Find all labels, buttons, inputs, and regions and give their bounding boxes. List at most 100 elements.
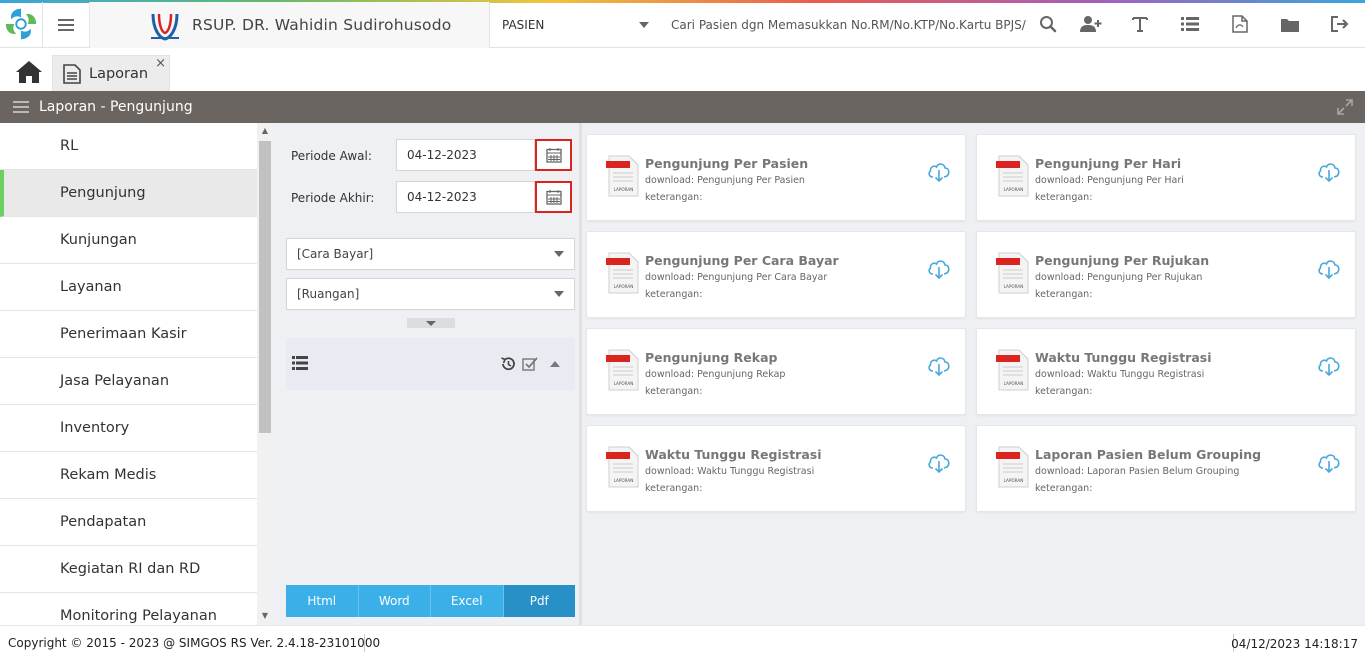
report-file-icon: LAPORAN bbox=[996, 349, 1029, 391]
logout-button[interactable] bbox=[1328, 12, 1352, 36]
cloud-download-icon[interactable] bbox=[1317, 355, 1341, 377]
ruangan-value: [Ruangan] bbox=[297, 287, 360, 301]
report-file-icon: LAPORAN bbox=[606, 349, 639, 391]
cloud-download-icon[interactable] bbox=[1317, 258, 1341, 280]
list-panel-toolbar bbox=[286, 338, 575, 390]
expand-icon[interactable] bbox=[1337, 99, 1353, 115]
collapse-toggle[interactable] bbox=[407, 318, 455, 328]
report-card[interactable]: LAPORAN Pengunjung Per Pasien download: Pe… bbox=[586, 134, 966, 221]
sidebar-item-label: Layanan bbox=[60, 279, 122, 295]
sidebar-item-label: Inventory bbox=[60, 420, 130, 436]
menu-toggle-button[interactable] bbox=[42, 2, 90, 48]
sidebar-item-pengunjung[interactable]: Pengunjung bbox=[0, 170, 257, 217]
cloud-download-icon[interactable] bbox=[927, 355, 951, 377]
list-icon[interactable] bbox=[292, 356, 308, 370]
report-file-label: LAPORAN bbox=[614, 478, 634, 483]
report-card[interactable]: LAPORAN Pengunjung Per Rujukan download: P… bbox=[976, 231, 1356, 318]
history-icon[interactable] bbox=[500, 356, 516, 372]
sidebar-item-label: Kunjungan bbox=[60, 232, 137, 248]
report-note: keterangan: bbox=[645, 192, 703, 203]
report-file-icon: LAPORAN bbox=[996, 155, 1029, 197]
periode-akhir-calendar-button[interactable] bbox=[535, 181, 572, 213]
report-card[interactable]: LAPORAN Waktu Tunggu Registrasi download: … bbox=[976, 328, 1356, 415]
caret-down-icon bbox=[554, 291, 564, 297]
text-icon bbox=[1132, 17, 1148, 32]
report-card[interactable]: LAPORAN Pengunjung Per Cara Bayar download… bbox=[586, 231, 966, 318]
periode-awal-field[interactable] bbox=[396, 139, 535, 171]
sidebar-item-penerimaan-kasir[interactable]: Penerimaan Kasir bbox=[0, 311, 257, 358]
sidebar-item-monitoring-pelayanan[interactable]: Monitoring Pelayanan bbox=[0, 593, 257, 625]
sidebar-scrollbar[interactable]: ▲ ▼ bbox=[257, 123, 273, 625]
folder-button[interactable] bbox=[1278, 12, 1302, 36]
report-title[interactable]: Pengunjung Per Rujukan bbox=[1035, 253, 1209, 268]
export-excel-button[interactable]: Excel bbox=[431, 585, 504, 617]
checkbox-icon[interactable] bbox=[522, 356, 538, 372]
pdf-button[interactable] bbox=[1228, 12, 1252, 36]
sidebar-item-label: RL bbox=[60, 138, 79, 154]
home-icon[interactable] bbox=[14, 59, 44, 85]
chevron-up-icon[interactable] bbox=[550, 361, 560, 367]
report-title[interactable]: Pengunjung Per Hari bbox=[1035, 156, 1181, 171]
copyright-text: Copyright © 2015 - 2023 @ SIMGOS RS Ver.… bbox=[8, 636, 381, 650]
report-title[interactable]: Pengunjung Per Pasien bbox=[645, 156, 808, 171]
sidebar-item-jasa-pelayanan[interactable]: Jasa Pelayanan bbox=[0, 358, 257, 405]
text-tool-button[interactable] bbox=[1128, 12, 1152, 36]
periode-awal-calendar-button[interactable] bbox=[535, 139, 572, 171]
sidebar-item-kegiatan-ri-rd[interactable]: Kegiatan RI dan RD bbox=[0, 546, 257, 593]
report-download-text: download: Pengunjung Per Pasien bbox=[645, 175, 805, 186]
report-card[interactable]: LAPORAN Laporan Pasien Belum Grouping down… bbox=[976, 425, 1356, 512]
sidebar-item-pendapatan[interactable]: Pendapatan bbox=[0, 499, 257, 546]
report-note: keterangan: bbox=[645, 386, 703, 397]
sidebar-item-label: Pengunjung bbox=[60, 185, 146, 201]
report-card[interactable]: LAPORAN Pengunjung Per Hari download: Peng… bbox=[976, 134, 1356, 221]
hospital-logo bbox=[151, 13, 179, 41]
sidebar-item-layanan[interactable]: Layanan bbox=[0, 264, 257, 311]
report-file-icon: LAPORAN bbox=[606, 155, 639, 197]
report-title[interactable]: Pengunjung Rekap bbox=[645, 350, 777, 365]
patient-type-value: PASIEN bbox=[502, 18, 545, 32]
scroll-down-icon[interactable]: ▼ bbox=[260, 611, 270, 620]
periode-akhir-label: Periode Akhir: bbox=[291, 191, 375, 205]
report-card[interactable]: LAPORAN Pengunjung Rekap download: Pengunj… bbox=[586, 328, 966, 415]
report-title[interactable]: Pengunjung Per Cara Bayar bbox=[645, 253, 839, 268]
cara-bayar-select[interactable]: [Cara Bayar] bbox=[286, 238, 575, 270]
hamburger-icon[interactable] bbox=[13, 101, 29, 113]
scroll-up-icon[interactable]: ▲ bbox=[260, 126, 270, 135]
patient-search-input[interactable] bbox=[662, 10, 1026, 40]
patient-type-select[interactable]: PASIEN bbox=[491, 2, 661, 48]
scroll-thumb[interactable] bbox=[259, 141, 271, 433]
calendar-icon bbox=[545, 190, 562, 205]
cloud-download-icon[interactable] bbox=[927, 161, 951, 183]
tab-close-icon[interactable]: × bbox=[155, 56, 166, 71]
add-patient-button[interactable] bbox=[1079, 12, 1103, 36]
report-title[interactable]: Waktu Tunggu Registrasi bbox=[1035, 350, 1212, 365]
periode-akhir-field[interactable] bbox=[396, 181, 535, 213]
export-html-button[interactable]: Html bbox=[286, 585, 359, 617]
list-button[interactable] bbox=[1178, 12, 1202, 36]
search-button[interactable] bbox=[1036, 12, 1060, 36]
filter-panel: Periode Awal: Periode Akhir: [Cara Bayar… bbox=[273, 123, 582, 625]
ruangan-select[interactable]: [Ruangan] bbox=[286, 278, 575, 310]
sidebar-item-rl[interactable]: RL bbox=[0, 123, 257, 170]
report-download-text: download: Waktu Tunggu Registrasi bbox=[1035, 369, 1205, 380]
tab-laporan[interactable]: Laporan × bbox=[52, 55, 170, 91]
cloud-download-icon[interactable] bbox=[1317, 452, 1341, 474]
pdf-file-icon bbox=[1232, 15, 1248, 33]
report-title[interactable]: Laporan Pasien Belum Grouping bbox=[1035, 447, 1261, 462]
report-file-icon: LAPORAN bbox=[606, 252, 639, 294]
report-file-label: LAPORAN bbox=[614, 284, 634, 289]
hamburger-icon bbox=[58, 19, 74, 31]
export-word-button[interactable]: Word bbox=[358, 585, 431, 617]
sidebar-item-kunjungan[interactable]: Kunjungan bbox=[0, 217, 257, 264]
sidebar-item-inventory[interactable]: Inventory bbox=[0, 405, 257, 452]
cloud-download-icon[interactable] bbox=[1317, 161, 1341, 183]
cloud-download-icon[interactable] bbox=[927, 452, 951, 474]
sidebar-item-rekam-medis[interactable]: Rekam Medis bbox=[0, 452, 257, 499]
report-card[interactable]: LAPORAN Waktu Tunggu Registrasi download: … bbox=[586, 425, 966, 512]
app-logo[interactable] bbox=[2, 5, 40, 43]
cloud-download-icon[interactable] bbox=[927, 258, 951, 280]
export-pdf-button[interactable]: Pdf bbox=[503, 585, 575, 617]
report-file-label: LAPORAN bbox=[1004, 187, 1024, 192]
report-title[interactable]: Waktu Tunggu Registrasi bbox=[645, 447, 822, 462]
periode-awal-label: Periode Awal: bbox=[291, 149, 372, 163]
